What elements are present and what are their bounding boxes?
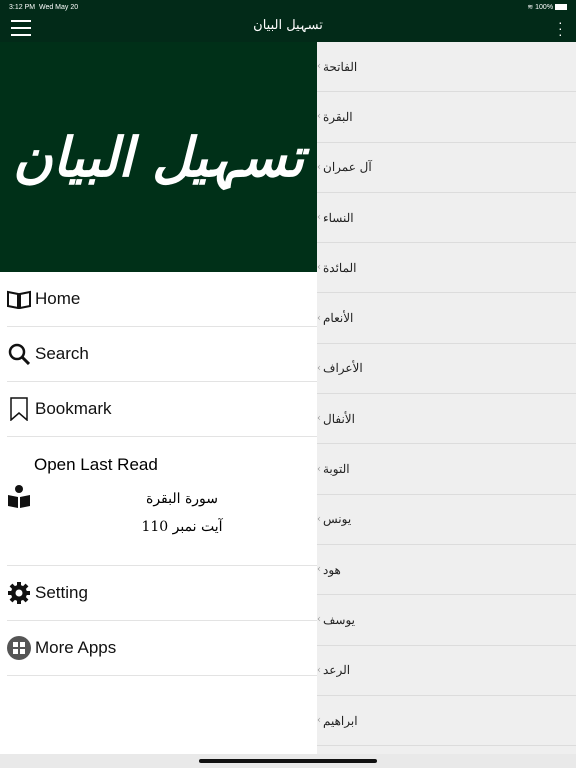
surah-row[interactable]: النساء ‹	[317, 193, 576, 244]
surah-name: الأنعام	[323, 311, 354, 326]
chevron-left-icon: ‹	[317, 362, 321, 374]
surah-name: آل عمران	[323, 160, 372, 175]
side-drawer: تسہیل البیان Home Search Bookmark Open L…	[0, 42, 317, 754]
wifi-icon: ≋	[527, 4, 534, 11]
surah-name: المائدة	[323, 260, 357, 275]
menu-item-label: Bookmark	[35, 399, 112, 418]
menu-item-label: Home	[35, 289, 81, 308]
book-open-icon	[7, 287, 31, 311]
surah-name: الأعراف	[323, 361, 363, 376]
surah-row[interactable]: الرعد ‹	[317, 646, 576, 696]
menu-item-label: Search	[35, 344, 89, 363]
menu-item-search[interactable]: Search	[7, 327, 317, 382]
more-options-icon[interactable]: · · ·	[558, 15, 563, 41]
chevron-left-icon: ‹	[317, 212, 321, 224]
surah-row[interactable]: الأنفال ‹	[317, 394, 576, 445]
search-icon	[7, 342, 31, 366]
surah-list[interactable]: الفاتحة ‹ البقرة ‹ آل عمران ‹ النساء ‹ المائدة ‹ ا…	[317, 42, 576, 754]
chevron-left-icon: ‹	[317, 61, 321, 73]
surah-name: يونس	[323, 512, 352, 527]
chevron-left-icon: ‹	[317, 664, 321, 676]
surah-name: يوسف	[323, 612, 356, 627]
chevron-left-icon: ‹	[317, 262, 321, 274]
gear-icon	[7, 581, 31, 605]
menu-item-more-apps[interactable]: More Apps	[7, 621, 317, 676]
chevron-left-icon: ‹	[317, 715, 321, 726]
menu-item-label: Setting	[35, 583, 88, 602]
nav-bar: تسہیل البیان · · ·	[0, 14, 576, 42]
apps-icon	[7, 636, 31, 660]
chevron-left-icon: ‹	[317, 463, 321, 475]
surah-row[interactable]: الأنعام ‹	[317, 293, 576, 344]
app-title: تسہیل البیان	[253, 18, 323, 33]
surah-row[interactable]: الفاتحة ‹	[317, 42, 576, 93]
status-bar: 3:12 PM Wed May 20 ≋ 100%	[0, 0, 576, 14]
battery-icon	[555, 4, 567, 11]
status-time: 3:12 PM	[9, 3, 36, 11]
reader-icon	[7, 485, 31, 514]
last-read-surah: سورة البقرة	[145, 491, 219, 507]
chevron-left-icon: ‹	[317, 614, 321, 626]
menu-item-label: More Apps	[35, 638, 117, 657]
surah-row[interactable]: التوبة ‹	[317, 444, 576, 495]
surah-row[interactable]: يوسف ‹	[317, 595, 576, 646]
surah-name: ابراهيم	[323, 713, 358, 728]
surah-name: الرعد	[323, 663, 351, 678]
surah-name: هود	[323, 562, 341, 577]
surah-row[interactable]: المائدة ‹	[317, 243, 576, 294]
status-date: Wed May 20	[38, 3, 79, 11]
home-indicator[interactable]	[199, 759, 377, 763]
chevron-left-icon: ‹	[317, 111, 321, 123]
surah-name: البقرة	[323, 109, 353, 124]
surah-row[interactable]: الأعراف ‹	[317, 344, 576, 395]
battery-percent: 100%	[535, 4, 554, 11]
surah-name: التوبة	[323, 462, 350, 477]
chevron-left-icon: ‹	[317, 564, 321, 576]
chevron-left-icon: ‹	[317, 413, 321, 425]
menu-item-home[interactable]: Home	[7, 272, 317, 327]
menu-item-setting[interactable]: Setting	[7, 566, 317, 621]
surah-name: الفاتحة	[323, 59, 358, 74]
menu-item-bookmark[interactable]: Bookmark	[7, 382, 317, 437]
surah-row[interactable]: يونس ‹	[317, 495, 576, 545]
chevron-left-icon: ‹	[317, 513, 321, 525]
last-read-ayah: آیت نمبر 110	[141, 519, 223, 535]
surah-name: النساء	[323, 210, 354, 225]
surah-name: الأنفال	[323, 411, 355, 426]
surah-row[interactable]: هود ‹	[317, 545, 576, 596]
menu-item-last-read[interactable]: Open Last Read سورة البقرة آیت نمبر 110	[7, 437, 317, 566]
last-read-label: Open Last Read	[34, 455, 158, 474]
chevron-left-icon: ‹	[317, 161, 321, 173]
surah-row[interactable]: البقرة ‹	[317, 92, 576, 143]
bookmark-icon	[7, 397, 31, 421]
chevron-left-icon: ‹	[317, 312, 321, 324]
surah-row[interactable]: آل عمران ‹	[317, 143, 576, 193]
surah-row[interactable]: ابراهيم ‹	[317, 696, 576, 747]
drawer-banner: تسہیل البیان	[0, 42, 317, 272]
